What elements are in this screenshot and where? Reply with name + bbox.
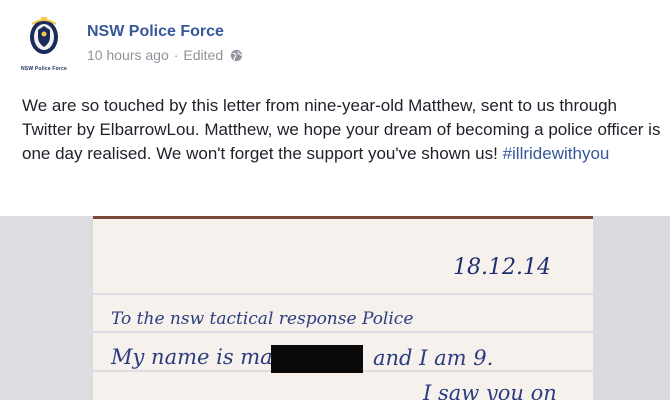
photo-background-left <box>0 216 95 400</box>
edited-label[interactable]: Edited <box>183 47 223 63</box>
post-photo[interactable]: 18.12.14 To the nsw tactical response Po… <box>0 216 670 400</box>
globe-icon[interactable] <box>230 49 243 62</box>
letter-partial-line: I saw you on <box>423 381 557 400</box>
post-meta: 10 hours ago · Edited <box>87 47 243 63</box>
hashtag-link[interactable]: #illridewithyou <box>503 144 610 163</box>
page-name-link[interactable]: NSW Police Force <box>87 23 224 41</box>
post-message: We are so touched by this letter from ni… <box>22 94 662 166</box>
police-badge-icon <box>30 17 58 54</box>
letter-age: and I am 9. <box>373 346 494 370</box>
redaction-bar <box>271 345 363 373</box>
post-timestamp[interactable]: 10 hours ago <box>87 47 169 63</box>
page-avatar[interactable]: NSW Police Force <box>14 14 74 74</box>
meta-separator: · <box>173 47 179 63</box>
handwritten-letter: 18.12.14 To the nsw tactical response Po… <box>93 216 593 400</box>
avatar-caption: NSW Police Force <box>21 66 67 72</box>
letter-salutation: To the nsw tactical response Police <box>111 309 414 329</box>
facebook-post: NSW Police Force NSW Police Force 10 hou… <box>0 0 670 400</box>
letter-date: 18.12.14 <box>453 255 551 280</box>
post-header: NSW Police Force NSW Police Force 10 hou… <box>0 0 670 80</box>
photo-background-right <box>590 216 670 400</box>
